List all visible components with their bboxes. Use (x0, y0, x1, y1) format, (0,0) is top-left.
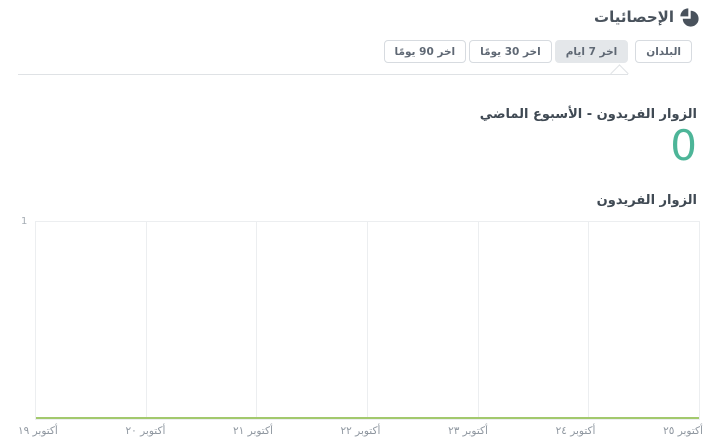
tab-divider (0, 64, 707, 83)
pie-chart-icon (680, 7, 699, 27)
unique-visitors-summary: الزوار الفريدون - الأسبوع الماضي 0 (0, 107, 707, 167)
tab-last-7-days[interactable]: اخر 7 ايام (554, 39, 629, 64)
grid-cell (145, 222, 257, 419)
tab-last-90-days[interactable]: اخر 90 يومًا (383, 39, 467, 64)
summary-title: الزوار الفريدون - الأسبوع الماضي (479, 107, 697, 122)
chart-grid (36, 222, 699, 419)
x-axis-tick-label: أكتوبر ٢٥ (663, 425, 703, 437)
x-axis-tick-label: أكتوبر ٢٢ (340, 425, 381, 437)
time-range-toolbar: البلدان اخر 7 ايام اخر 30 يومًا اخر 90 ي… (0, 39, 707, 64)
unique-visitors-chart: 1 (21, 216, 700, 420)
x-axis-labels: أكتوبر ١٩ أكتوبر ٢٠ أكتوبر ٢١ أكتوبر ٢٢ … (18, 425, 703, 437)
x-axis-tick-label: أكتوبر ١٩ (18, 425, 58, 437)
grid-cell (477, 222, 589, 419)
grid-cell (36, 222, 146, 419)
grid-cell (256, 222, 367, 419)
page-header: الإحصائيات (0, 0, 707, 28)
chart-title: الزوار الفريدون (596, 193, 697, 208)
chart-data-line (36, 417, 699, 419)
page-title: الإحصائيات (594, 8, 674, 26)
time-range-tab-group: اخر 7 ايام اخر 30 يومًا اخر 90 يومًا (383, 39, 629, 64)
x-axis-tick-label: أكتوبر ٢٣ (448, 425, 488, 437)
x-axis-tick-label: أكتوبر ٢٠ (125, 425, 166, 437)
x-axis-tick-label: أكتوبر ٢١ (233, 425, 273, 437)
x-axis-tick-label: أكتوبر ٢٤ (555, 425, 596, 437)
countries-button[interactable]: البلدان (635, 39, 692, 64)
y-axis-tick-label: 1 (21, 216, 28, 227)
summary-value: 0 (670, 121, 697, 170)
grid-cell (588, 222, 699, 419)
tab-last-30-days[interactable]: اخر 30 يومًا (469, 39, 552, 64)
divider-line (18, 74, 628, 75)
grid-cell (367, 222, 478, 419)
